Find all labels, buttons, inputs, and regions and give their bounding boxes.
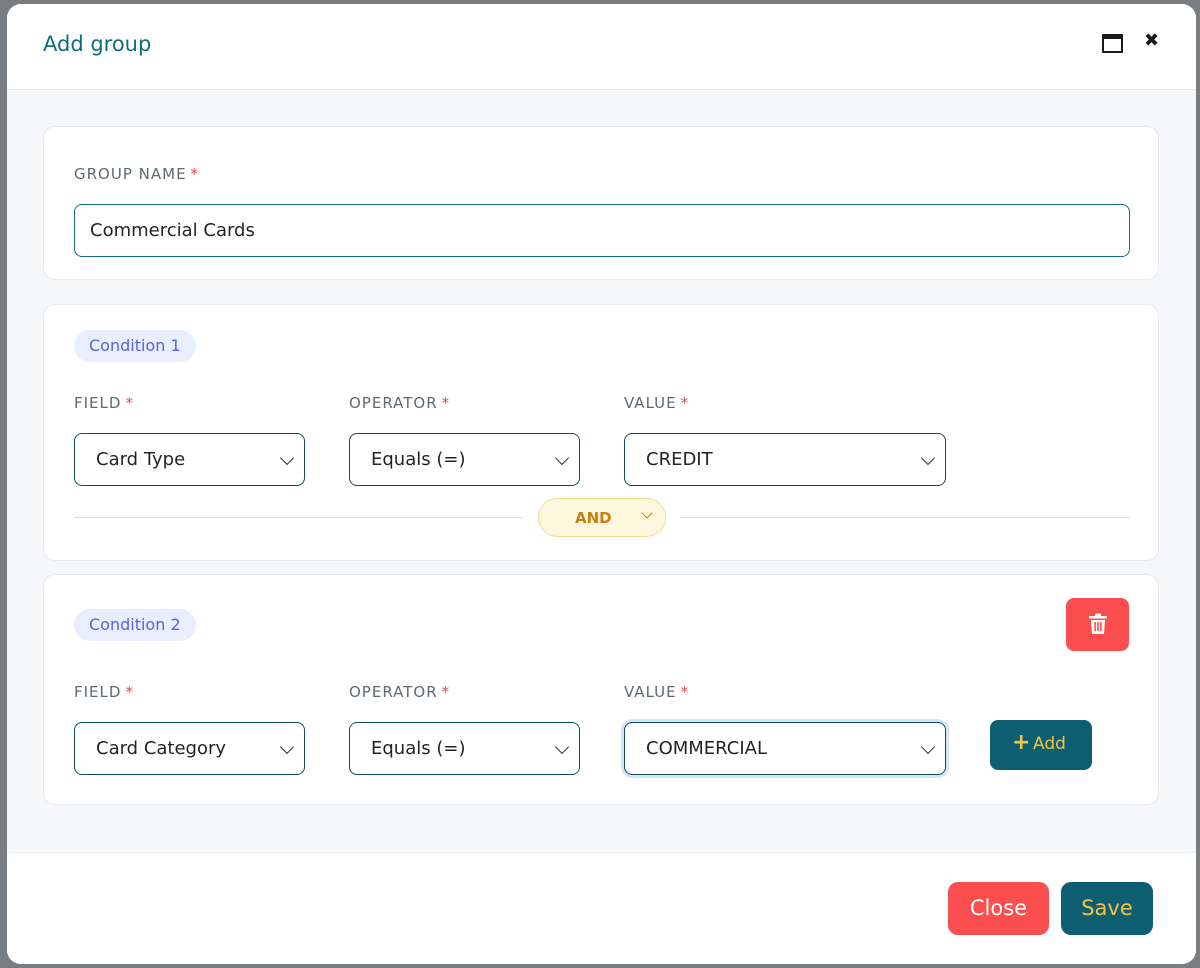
modal-header: Add group ✖ <box>7 4 1196 90</box>
required-mark: * <box>441 394 451 412</box>
group-name-input[interactable] <box>74 204 1130 257</box>
operator-select-value: Equals (=) <box>371 449 466 470</box>
modal-footer: Close Save <box>7 852 1196 964</box>
operator-select-value: Equals (=) <box>371 738 466 759</box>
value-label: VALUE * <box>624 683 690 701</box>
condition-card-1: Condition 1 FIELD * OPERATOR * VALUE * Card… <box>43 304 1159 561</box>
required-mark: * <box>441 683 451 701</box>
chevron-down-icon <box>554 450 570 466</box>
logic-operator-value: AND <box>575 509 612 527</box>
operator-label: OPERATOR * <box>349 394 451 412</box>
close-icon[interactable]: ✖ <box>1144 30 1159 51</box>
delete-condition-button[interactable] <box>1066 598 1129 651</box>
chevron-down-icon <box>279 739 295 755</box>
value-select[interactable]: COMMERCIAL <box>624 722 946 775</box>
required-mark: * <box>125 683 134 701</box>
required-mark: * <box>190 165 200 183</box>
chevron-down-icon <box>920 450 936 466</box>
add-condition-label: Add <box>1033 734 1066 754</box>
field-label: FIELD * <box>74 683 134 701</box>
chevron-down-icon <box>641 507 653 519</box>
chevron-down-icon <box>554 739 570 755</box>
field-select-value: Card Type <box>96 449 186 470</box>
maximize-icon[interactable] <box>1102 34 1123 53</box>
value-select-value: CREDIT <box>646 449 713 470</box>
operator-label: OPERATOR * <box>349 683 451 701</box>
required-mark: * <box>680 683 690 701</box>
condition-pill: Condition 1 <box>74 330 196 362</box>
group-name-label: GROUP NAME * <box>74 165 200 183</box>
field-select-value: Card Category <box>96 738 227 759</box>
group-name-card: GROUP NAME * <box>43 126 1159 280</box>
field-select[interactable]: Card Category <box>74 722 305 775</box>
add-group-modal: Add group ✖ GROUP NAME* Condition 1 FIEL… <box>7 4 1196 964</box>
operator-select[interactable]: Equals (=) <box>349 722 580 775</box>
add-condition-button[interactable]: + Add <box>990 720 1092 770</box>
operator-select[interactable]: Equals (=) <box>349 433 580 486</box>
divider <box>680 517 1130 518</box>
save-button[interactable]: Save <box>1061 882 1153 935</box>
modal-title: Add group <box>43 32 152 56</box>
field-label: FIELD * <box>74 394 134 412</box>
condition-card-2: Condition 2 FIELD * OPERATOR * VALUE * Card… <box>43 574 1159 805</box>
required-mark: * <box>125 394 134 412</box>
trash-icon <box>1089 613 1107 634</box>
plus-icon: + <box>1012 730 1031 755</box>
required-mark: * <box>680 394 690 412</box>
field-select[interactable]: Card Type <box>74 433 305 486</box>
value-select[interactable]: CREDIT <box>624 433 946 486</box>
logic-operator-select[interactable]: AND <box>538 498 666 537</box>
close-button[interactable]: Close <box>948 882 1049 935</box>
condition-pill: Condition 2 <box>74 609 196 641</box>
chevron-down-icon <box>920 739 936 755</box>
chevron-down-icon <box>279 450 295 466</box>
value-label: VALUE * <box>624 394 690 412</box>
value-select-value: COMMERCIAL <box>646 738 767 759</box>
divider <box>74 517 523 518</box>
